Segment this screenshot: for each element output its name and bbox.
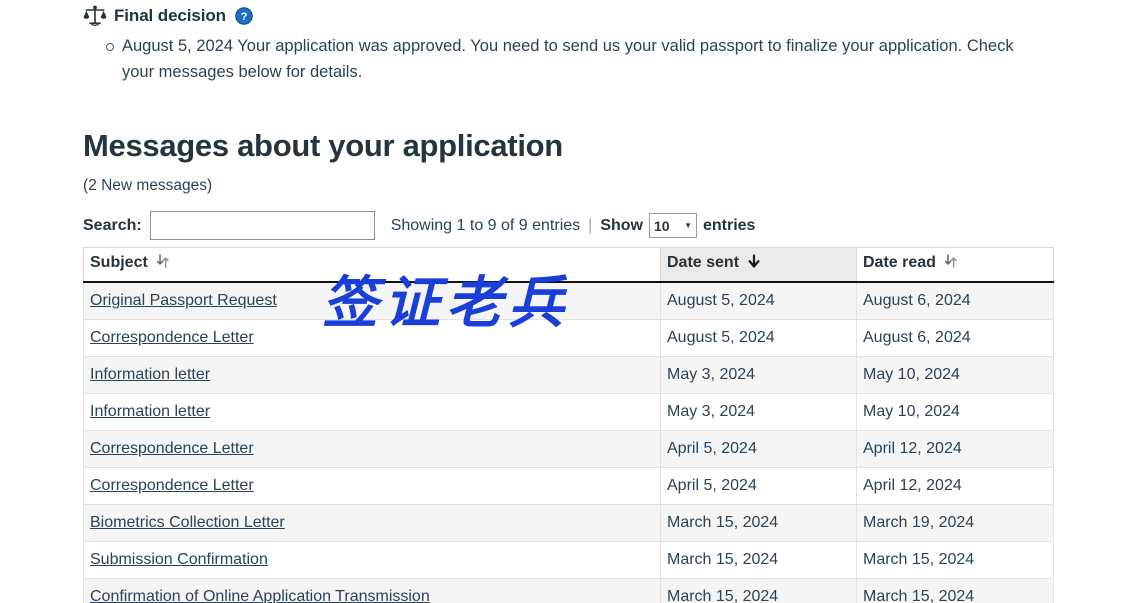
- table-row: Submission Confirmation March 15, 2024 Mar…: [83, 541, 1054, 579]
- cell-date-sent: April 5, 2024: [660, 430, 857, 468]
- table-row: Correspondence Letter August 5, 2024 Augus…: [83, 319, 1054, 357]
- messages-section-heading: Messages about your application: [83, 128, 563, 163]
- cell-date-read: April 12, 2024: [856, 467, 1054, 505]
- message-subject-link[interactable]: Submission Confirmation: [90, 551, 268, 568]
- table-header-row: Subject Date sent Date read: [83, 247, 1054, 283]
- cell-subject: Correspondence Letter: [83, 319, 661, 357]
- column-header-date-read-label: Date read: [863, 254, 936, 271]
- cell-date-read: August 6, 2024: [856, 282, 1054, 320]
- cell-subject: Correspondence Letter: [83, 467, 661, 505]
- column-header-date-sent[interactable]: Date sent: [660, 247, 857, 283]
- cell-date-sent: May 3, 2024: [660, 393, 857, 431]
- table-row: Original Passport Request August 5, 2024 A…: [83, 282, 1054, 320]
- cell-subject: Original Passport Request: [83, 282, 661, 320]
- table-body: Original Passport Request August 5, 2024 A…: [83, 282, 1054, 603]
- separator: |: [588, 216, 593, 234]
- table-row: Confirmation of Online Application Trans…: [83, 578, 1054, 603]
- show-label: Show: [600, 216, 643, 234]
- cell-date-sent: April 5, 2024: [660, 467, 857, 505]
- new-messages-count: (2 New messages): [83, 177, 213, 194]
- final-decision-list: August 5, 2024 Your application was appr…: [104, 33, 1044, 85]
- page-root: Final decision ? August 5, 2024 Your app…: [0, 0, 1130, 603]
- column-header-date-read[interactable]: Date read: [856, 247, 1054, 283]
- table-controls: Search: Showing 1 to 9 of 9 entries | Sh…: [83, 211, 755, 240]
- table-head: Subject Date sent Date read: [83, 247, 1054, 283]
- cell-date-sent: March 15, 2024: [660, 541, 857, 579]
- cell-subject: Correspondence Letter: [83, 430, 661, 468]
- message-subject-link[interactable]: Information letter: [90, 403, 210, 420]
- cell-subject: Biometrics Collection Letter: [83, 504, 661, 542]
- scales-of-justice-icon: [83, 5, 107, 27]
- table-row: Information letter May 3, 2024 May 10, 202…: [83, 356, 1054, 394]
- message-subject-link[interactable]: Biometrics Collection Letter: [90, 514, 285, 531]
- cell-subject: Information letter: [83, 356, 661, 394]
- cell-date-read: August 6, 2024: [856, 319, 1054, 357]
- table-row: Correspondence Letter April 5, 2024 April …: [83, 430, 1054, 468]
- messages-table: Subject Date sent Date read Original Pas…: [83, 247, 1054, 603]
- sort-desc-icon: [747, 254, 761, 274]
- column-header-subject-label: Subject: [90, 254, 148, 271]
- message-subject-link[interactable]: Confirmation of Online Application Trans…: [90, 588, 430, 603]
- cell-date-read: May 10, 2024: [856, 356, 1054, 394]
- sort-both-icon: [156, 254, 170, 274]
- cell-date-sent: August 5, 2024: [660, 282, 857, 320]
- cell-date-sent: May 3, 2024: [660, 356, 857, 394]
- search-input[interactable]: [149, 211, 375, 240]
- cell-date-read: March 15, 2024: [856, 578, 1054, 603]
- message-subject-link[interactable]: Correspondence Letter: [90, 440, 254, 457]
- cell-date-sent: August 5, 2024: [660, 319, 857, 357]
- cell-subject: Information letter: [83, 393, 661, 431]
- final-decision-header: Final decision ?: [83, 5, 253, 27]
- cell-subject: Submission Confirmation: [83, 541, 661, 579]
- list-item: August 5, 2024 Your application was appr…: [104, 33, 1044, 85]
- sort-both-icon: [944, 254, 958, 274]
- search-label: Search:: [83, 216, 142, 234]
- column-header-date-sent-label: Date sent: [667, 254, 740, 271]
- message-subject-link[interactable]: Information letter: [90, 366, 210, 383]
- svg-text:?: ?: [241, 11, 248, 23]
- column-header-subject[interactable]: Subject: [83, 247, 661, 283]
- page-title: Final decision: [114, 6, 226, 25]
- message-subject-link[interactable]: Correspondence Letter: [90, 477, 254, 494]
- cell-date-read: May 10, 2024: [856, 393, 1054, 431]
- cell-date-sent: March 15, 2024: [660, 504, 857, 542]
- table-row: Biometrics Collection Letter March 15, 20…: [83, 504, 1054, 542]
- table-row: Information letter May 3, 2024 May 10, 202…: [83, 393, 1054, 431]
- chevron-down-icon: ▼: [684, 220, 692, 230]
- cell-subject: Confirmation of Online Application Trans…: [83, 578, 661, 603]
- cell-date-read: March 19, 2024: [856, 504, 1054, 542]
- cell-date-sent: March 15, 2024: [660, 578, 857, 603]
- cell-date-read: March 15, 2024: [856, 541, 1054, 579]
- entries-per-page-select[interactable]: 10 ▼: [648, 213, 697, 238]
- entries-selected-value: 10: [653, 217, 670, 234]
- message-subject-link[interactable]: Correspondence Letter: [90, 329, 254, 346]
- message-subject-link[interactable]: Original Passport Request: [90, 292, 277, 309]
- entries-label: entries: [702, 216, 756, 234]
- showing-entries-text: Showing 1 to 9 of 9 entries: [390, 216, 581, 234]
- help-circle-icon[interactable]: ?: [233, 7, 253, 25]
- cell-date-read: April 12, 2024: [856, 430, 1054, 468]
- table-row: Correspondence Letter April 5, 2024 April …: [83, 467, 1054, 505]
